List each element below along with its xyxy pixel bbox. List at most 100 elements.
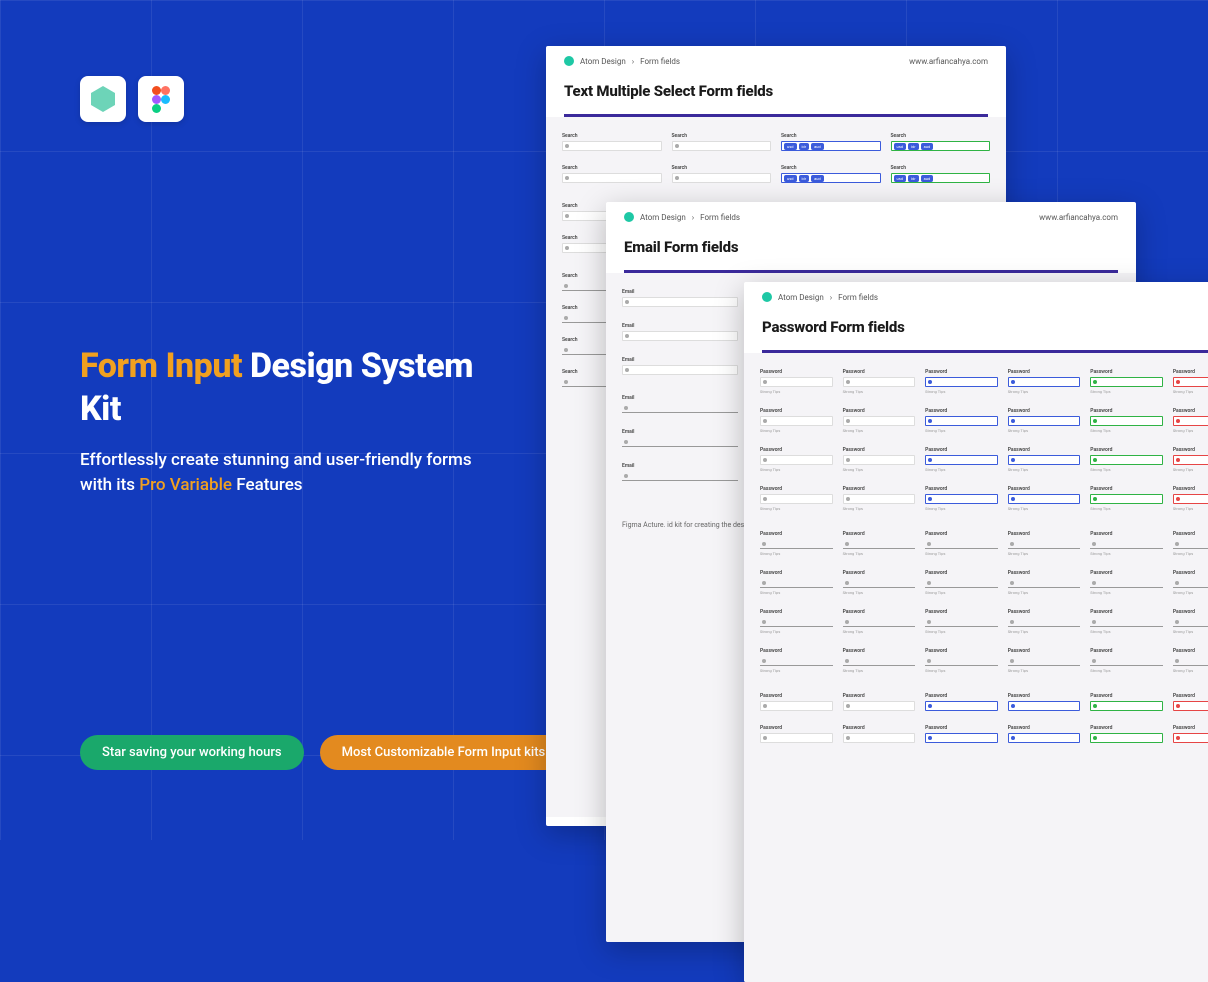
field-input[interactable] bbox=[925, 656, 998, 666]
field-input[interactable] bbox=[760, 733, 833, 743]
field-input[interactable] bbox=[1090, 455, 1163, 465]
field-input[interactable] bbox=[1173, 617, 1208, 627]
field-input[interactable] bbox=[1173, 733, 1208, 743]
field-input[interactable] bbox=[1173, 656, 1208, 666]
field-input[interactable] bbox=[760, 617, 833, 627]
field-input[interactable] bbox=[1173, 494, 1208, 504]
field-input[interactable] bbox=[622, 331, 738, 341]
field-input[interactable] bbox=[672, 173, 772, 183]
field-hint: Strong Tips bbox=[925, 389, 998, 394]
chip[interactable]: aud bbox=[811, 143, 824, 150]
form-field: Email bbox=[622, 289, 738, 307]
hero-subtitle: Effortlessly create stunning and user-fr… bbox=[80, 448, 480, 497]
chip[interactable]: aud bbox=[811, 175, 824, 182]
field-input[interactable] bbox=[1090, 539, 1163, 549]
field-input[interactable] bbox=[843, 578, 916, 588]
field-input[interactable] bbox=[1173, 578, 1208, 588]
field-input[interactable] bbox=[1008, 617, 1081, 627]
chip[interactable]: idr bbox=[799, 175, 810, 182]
field-input[interactable] bbox=[925, 701, 998, 711]
field-input[interactable] bbox=[760, 377, 833, 387]
field-input[interactable] bbox=[1090, 416, 1163, 426]
field-input[interactable] bbox=[672, 141, 772, 151]
pill-orange[interactable]: Most Customizable Form Input kits bbox=[320, 735, 568, 770]
form-field: PasswordStrong Tips bbox=[843, 486, 916, 511]
field-input[interactable] bbox=[1008, 701, 1081, 711]
field-input[interactable] bbox=[843, 539, 916, 549]
chip[interactable]: usd bbox=[894, 143, 907, 150]
field-input[interactable] bbox=[1090, 617, 1163, 627]
field-input[interactable] bbox=[1008, 377, 1081, 387]
field-input[interactable] bbox=[1008, 656, 1081, 666]
chip[interactable]: usd bbox=[894, 175, 907, 182]
field-input[interactable] bbox=[760, 455, 833, 465]
field-input[interactable] bbox=[925, 617, 998, 627]
chip[interactable]: aud bbox=[921, 143, 934, 150]
field-input[interactable] bbox=[622, 471, 738, 481]
field-input[interactable]: usdidraud bbox=[891, 173, 991, 183]
field-input[interactable] bbox=[1008, 455, 1081, 465]
field-input[interactable] bbox=[760, 701, 833, 711]
field-input[interactable] bbox=[843, 733, 916, 743]
field-input[interactable] bbox=[562, 173, 662, 183]
field-input[interactable] bbox=[622, 365, 738, 375]
field-input[interactable] bbox=[760, 539, 833, 549]
field-input[interactable] bbox=[843, 455, 916, 465]
chip[interactable]: idr bbox=[799, 143, 810, 150]
field-input[interactable]: usdidraud bbox=[781, 173, 881, 183]
field-input[interactable] bbox=[1090, 656, 1163, 666]
field-input[interactable] bbox=[1173, 377, 1208, 387]
field-input[interactable]: usdidraud bbox=[891, 141, 991, 151]
pill-green[interactable]: Star saving your working hours bbox=[80, 735, 304, 770]
form-field: Password bbox=[925, 693, 998, 711]
field-input[interactable] bbox=[760, 416, 833, 426]
field-input[interactable] bbox=[925, 455, 998, 465]
field-input[interactable] bbox=[843, 656, 916, 666]
field-input[interactable] bbox=[622, 297, 738, 307]
form-field: PasswordStrong Tips bbox=[1173, 486, 1208, 511]
field-input[interactable] bbox=[843, 377, 916, 387]
field-icon bbox=[928, 419, 932, 423]
field-input[interactable] bbox=[1008, 539, 1081, 549]
field-input[interactable] bbox=[925, 578, 998, 588]
field-input[interactable]: usdidraud bbox=[781, 141, 881, 151]
field-input[interactable] bbox=[1173, 455, 1208, 465]
field-input[interactable] bbox=[925, 416, 998, 426]
field-input[interactable] bbox=[1173, 416, 1208, 426]
field-icon bbox=[927, 542, 931, 546]
field-input[interactable] bbox=[622, 403, 738, 413]
field-input[interactable] bbox=[1090, 701, 1163, 711]
field-hint: Strong Tips bbox=[925, 428, 998, 433]
field-input[interactable] bbox=[925, 377, 998, 387]
field-input[interactable] bbox=[1090, 578, 1163, 588]
field-input[interactable] bbox=[843, 494, 916, 504]
field-input[interactable] bbox=[1008, 578, 1081, 588]
field-input[interactable] bbox=[925, 539, 998, 549]
field-input[interactable] bbox=[925, 733, 998, 743]
chip[interactable]: aud bbox=[921, 175, 934, 182]
field-input[interactable] bbox=[1090, 377, 1163, 387]
field-input[interactable] bbox=[760, 656, 833, 666]
field-input[interactable] bbox=[562, 141, 662, 151]
field-input[interactable] bbox=[1173, 701, 1208, 711]
field-input[interactable] bbox=[760, 494, 833, 504]
field-input[interactable] bbox=[1173, 539, 1208, 549]
field-input[interactable] bbox=[622, 437, 738, 447]
field-icon bbox=[1093, 458, 1097, 462]
chip[interactable]: idr bbox=[908, 143, 919, 150]
field-icon bbox=[846, 419, 850, 423]
field-input[interactable] bbox=[843, 617, 916, 627]
field-input[interactable] bbox=[1008, 733, 1081, 743]
field-input[interactable] bbox=[843, 416, 916, 426]
field-input[interactable] bbox=[843, 701, 916, 711]
field-input[interactable] bbox=[925, 494, 998, 504]
field-hint: Strong Tips bbox=[1008, 590, 1081, 595]
chip[interactable]: idr bbox=[908, 175, 919, 182]
field-input[interactable] bbox=[1008, 494, 1081, 504]
field-input[interactable] bbox=[760, 578, 833, 588]
field-input[interactable] bbox=[1090, 494, 1163, 504]
field-input[interactable] bbox=[1008, 416, 1081, 426]
chip[interactable]: usd bbox=[784, 143, 797, 150]
chip[interactable]: usd bbox=[784, 175, 797, 182]
field-input[interactable] bbox=[1090, 733, 1163, 743]
